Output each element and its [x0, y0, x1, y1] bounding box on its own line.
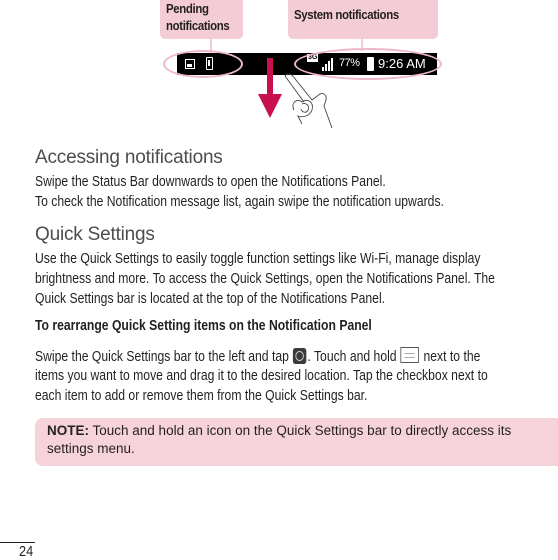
hand-gesture-icon [284, 73, 333, 129]
paragraph-line: Swipe the Status Bar downwards to open t… [35, 174, 386, 190]
instruction-text: . Touch and hold [307, 349, 397, 365]
drag-handle-icon [400, 347, 420, 363]
callout-line: Pending [166, 1, 209, 16]
pending-highlight-oval [163, 50, 243, 78]
paragraph-line: To check the Notification message list, … [35, 194, 444, 210]
callout-line: notifications [166, 18, 230, 33]
note-label: NOTE: [47, 423, 89, 438]
page-number: 24 [19, 543, 34, 560]
note-text: NOTE: Touch and hold an icon on the Quic… [47, 422, 557, 458]
heading-quick-settings: Quick Settings [35, 224, 155, 245]
paragraph-line: Use the Quick Settings to easily toggle … [35, 251, 481, 267]
callout-pending-notifications: Pending notifications [160, 0, 243, 39]
instruction-text: next to the [423, 349, 481, 365]
note-box: NOTE: Touch and hold an icon on the Quic… [35, 418, 558, 466]
heading-accessing-notifications: Accessing notifications [35, 147, 223, 168]
callout-system-notifications: System notifications [288, 0, 438, 39]
paragraph-line: Quick Settings bar is located at the top… [35, 291, 386, 307]
instruction-line: items you want to move and drag it to th… [35, 368, 488, 384]
callout-line: System notifications [294, 7, 399, 22]
instruction-line: Swipe the Quick Settings bar to the left… [35, 347, 480, 368]
subheading-rearrange: To rearrange Quick Setting items on the … [35, 318, 372, 334]
edit-quick-settings-icon [293, 348, 307, 364]
paragraph-line: brightness and more. To access the Quick… [35, 271, 495, 287]
instruction-line: each item to add or remove them from the… [35, 388, 368, 404]
swipe-down-arrow-icon [258, 58, 282, 118]
instruction-text: Swipe the Quick Settings bar to the left… [35, 349, 289, 365]
note-body: Touch and hold an icon on the Quick Sett… [47, 423, 512, 456]
